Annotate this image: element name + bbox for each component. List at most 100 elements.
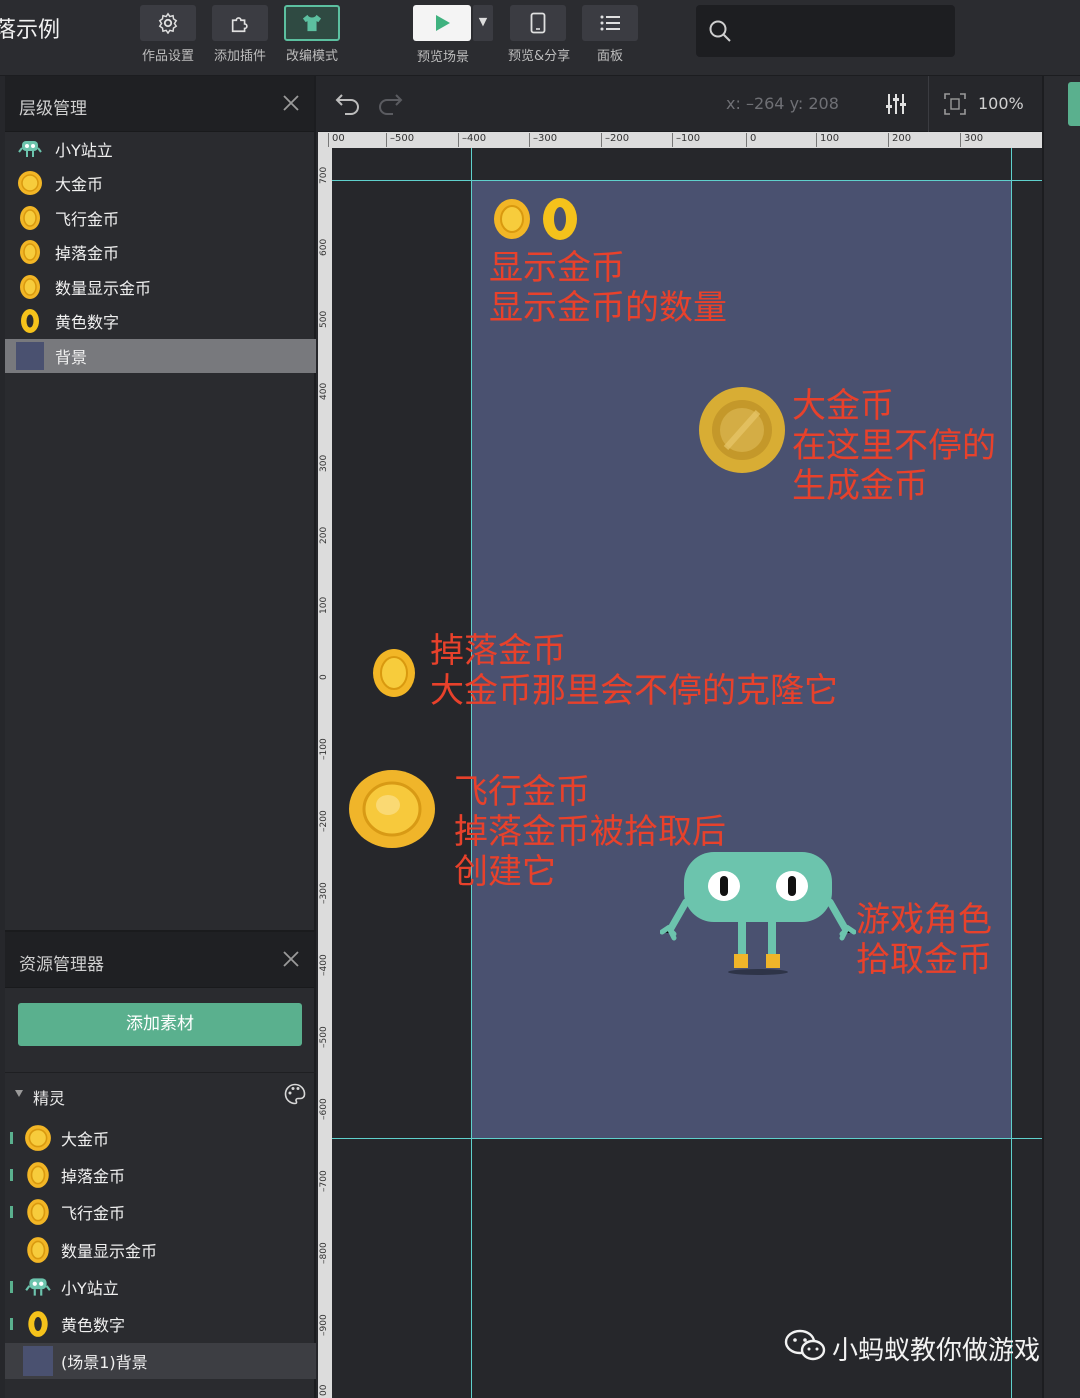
sprite-item-xiaoy[interactable]: 小Y站立 xyxy=(5,1269,316,1305)
sliders-icon[interactable] xyxy=(884,92,908,120)
used-marker xyxy=(10,1281,13,1293)
right-panel-edge xyxy=(1042,76,1080,1398)
fit-screen-icon[interactable] xyxy=(944,93,966,119)
settings-button[interactable]: 作品设置 xyxy=(138,5,198,64)
layer-panel: 层级管理 小Y站立 大金币 飞行金币 掉落金币 数量显示金币 黄色数字 背景 xyxy=(5,76,316,930)
remix-mode-label: 改编模式 xyxy=(285,49,338,64)
ruler-tick: –100 xyxy=(319,738,329,760)
ruler-tick: 200 xyxy=(319,526,329,544)
undo-icon[interactable] xyxy=(334,91,362,119)
ruler-tick: 500 xyxy=(319,310,329,328)
used-marker xyxy=(10,1318,13,1330)
phone-icon xyxy=(530,12,546,34)
annotation-line: 掉落金币被拾取后 xyxy=(454,812,726,852)
xiaoy-character-sprite[interactable] xyxy=(659,850,857,980)
coin-icon xyxy=(23,1197,53,1227)
sprite-item-background[interactable]: (场景1)背景 xyxy=(5,1343,316,1379)
layer-item-yellow-digit[interactable]: 黄色数字 xyxy=(5,304,316,338)
sprite-item-label: 飞行金币 xyxy=(61,1204,126,1223)
ruler-tick: –700 xyxy=(319,1170,329,1192)
robot-icon xyxy=(23,1272,53,1302)
preview-scene-button[interactable]: ▼ 预览场景 xyxy=(413,5,495,65)
zero-digit-icon xyxy=(16,307,44,335)
preview-dropdown[interactable]: ▼ xyxy=(473,5,493,41)
unused-marker xyxy=(10,1355,13,1367)
ruler-tick: –900 xyxy=(319,1314,329,1336)
ruler-tick: 600 xyxy=(319,238,329,256)
layer-item-drop-coin[interactable]: 掉落金币 xyxy=(5,235,316,269)
layer-item-label: 背景 xyxy=(55,348,88,367)
layer-item-label: 掉落金币 xyxy=(55,244,120,263)
vertical-ruler: 700 600 500 400 300 200 100 0 –100 –200 … xyxy=(318,148,332,1398)
background-swatch-icon xyxy=(16,342,44,370)
drop-coin-sprite[interactable] xyxy=(372,648,416,702)
used-marker xyxy=(10,1206,13,1218)
watermark: 小蚂蚁教你做游戏 xyxy=(784,1328,1040,1369)
layer-item-count-coin[interactable]: 数量显示金币 xyxy=(5,270,316,304)
layer-panel-title: 层级管理 xyxy=(19,99,87,119)
redo-icon[interactable] xyxy=(376,91,404,119)
layer-item-label: 飞行金币 xyxy=(55,210,120,229)
panel-label: 面板 xyxy=(596,49,623,64)
ruler-tick: –500 xyxy=(385,133,415,147)
search-box[interactable] xyxy=(696,5,955,57)
toolbar-divider xyxy=(928,76,929,132)
background-swatch-icon xyxy=(23,1346,53,1376)
close-icon[interactable] xyxy=(282,950,300,972)
sprite-item-big-coin[interactable]: 大金币 xyxy=(5,1120,316,1156)
close-icon[interactable] xyxy=(282,94,300,116)
gear-icon xyxy=(158,12,178,34)
ruler-tick: 0 xyxy=(319,674,329,680)
ruler-tick: –200 xyxy=(319,810,329,832)
guide-line xyxy=(332,180,1042,181)
add-asset-button[interactable]: 添加素材 xyxy=(18,1003,302,1046)
zoom-level[interactable]: 100% xyxy=(978,94,1024,113)
layer-item-fly-coin[interactable]: 飞行金币 xyxy=(5,201,316,235)
ruler-tick: 00 xyxy=(319,1384,329,1396)
ruler-tick: 400 xyxy=(319,382,329,400)
stage-canvas[interactable]: 显示金币 显示金币的数量 大金币 在这里不停的 生成金币 掉落金币 大金币那里会… xyxy=(332,148,1042,1398)
preview-share-label: 预览&分享 xyxy=(508,49,571,64)
ruler-tick: 100 xyxy=(319,596,329,614)
palette-icon[interactable] xyxy=(284,1083,306,1109)
annotation-line: 飞行金币 xyxy=(454,772,590,812)
sprite-section-header[interactable]: 精灵 xyxy=(5,1072,316,1116)
preview-share-button[interactable]: 预览&分享 xyxy=(508,5,571,64)
shirt-icon xyxy=(302,14,322,32)
layer-item-background[interactable]: 背景 xyxy=(5,339,316,373)
panel-button[interactable]: 面板 xyxy=(580,5,640,64)
layer-item-label: 大金币 xyxy=(55,175,104,194)
coin-icon xyxy=(16,204,44,232)
collapse-triangle-icon[interactable] xyxy=(15,1090,23,1097)
right-panel-tab[interactable] xyxy=(1068,82,1080,126)
wechat-icon xyxy=(784,1328,826,1369)
layer-item-big-coin[interactable]: 大金币 xyxy=(5,166,316,200)
cursor-coordinates: x: –264 y: 208 xyxy=(726,94,839,113)
yellow-digit-sprite[interactable] xyxy=(540,196,580,246)
character-annotation: 游戏角色 拾取金币 xyxy=(856,900,992,980)
ruler-tick: 100 xyxy=(815,133,840,147)
used-marker xyxy=(10,1132,13,1144)
sprite-item-yellow-digit[interactable]: 黄色数字 xyxy=(5,1306,316,1342)
used-marker xyxy=(10,1169,13,1181)
search-input[interactable] xyxy=(740,15,940,45)
sprite-item-drop-coin[interactable]: 掉落金币 xyxy=(5,1157,316,1193)
ruler-tick: 0 xyxy=(745,133,757,147)
coin-icon xyxy=(23,1123,53,1153)
coin-icon xyxy=(16,273,44,301)
big-coin-sprite[interactable] xyxy=(698,386,786,478)
count-coin-sprite[interactable] xyxy=(492,198,532,244)
guide-line xyxy=(332,1138,1042,1139)
ruler-tick: 700 xyxy=(319,166,329,184)
settings-label: 作品设置 xyxy=(141,49,194,64)
list-icon xyxy=(600,15,620,31)
fly-coin-sprite[interactable] xyxy=(348,768,436,854)
sprite-item-count-coin[interactable]: 数量显示金币 xyxy=(5,1232,316,1268)
resource-panel-header: 资源管理器 xyxy=(5,932,314,988)
ruler-tick: –200 xyxy=(600,133,630,147)
remix-mode-button[interactable]: 改编模式 xyxy=(282,5,342,64)
search-icon xyxy=(708,19,732,47)
layer-item-xiaoy[interactable]: 小Y站立 xyxy=(5,132,316,166)
add-plugin-button[interactable]: 添加插件 xyxy=(210,5,270,64)
sprite-item-fly-coin[interactable]: 飞行金币 xyxy=(5,1194,316,1230)
